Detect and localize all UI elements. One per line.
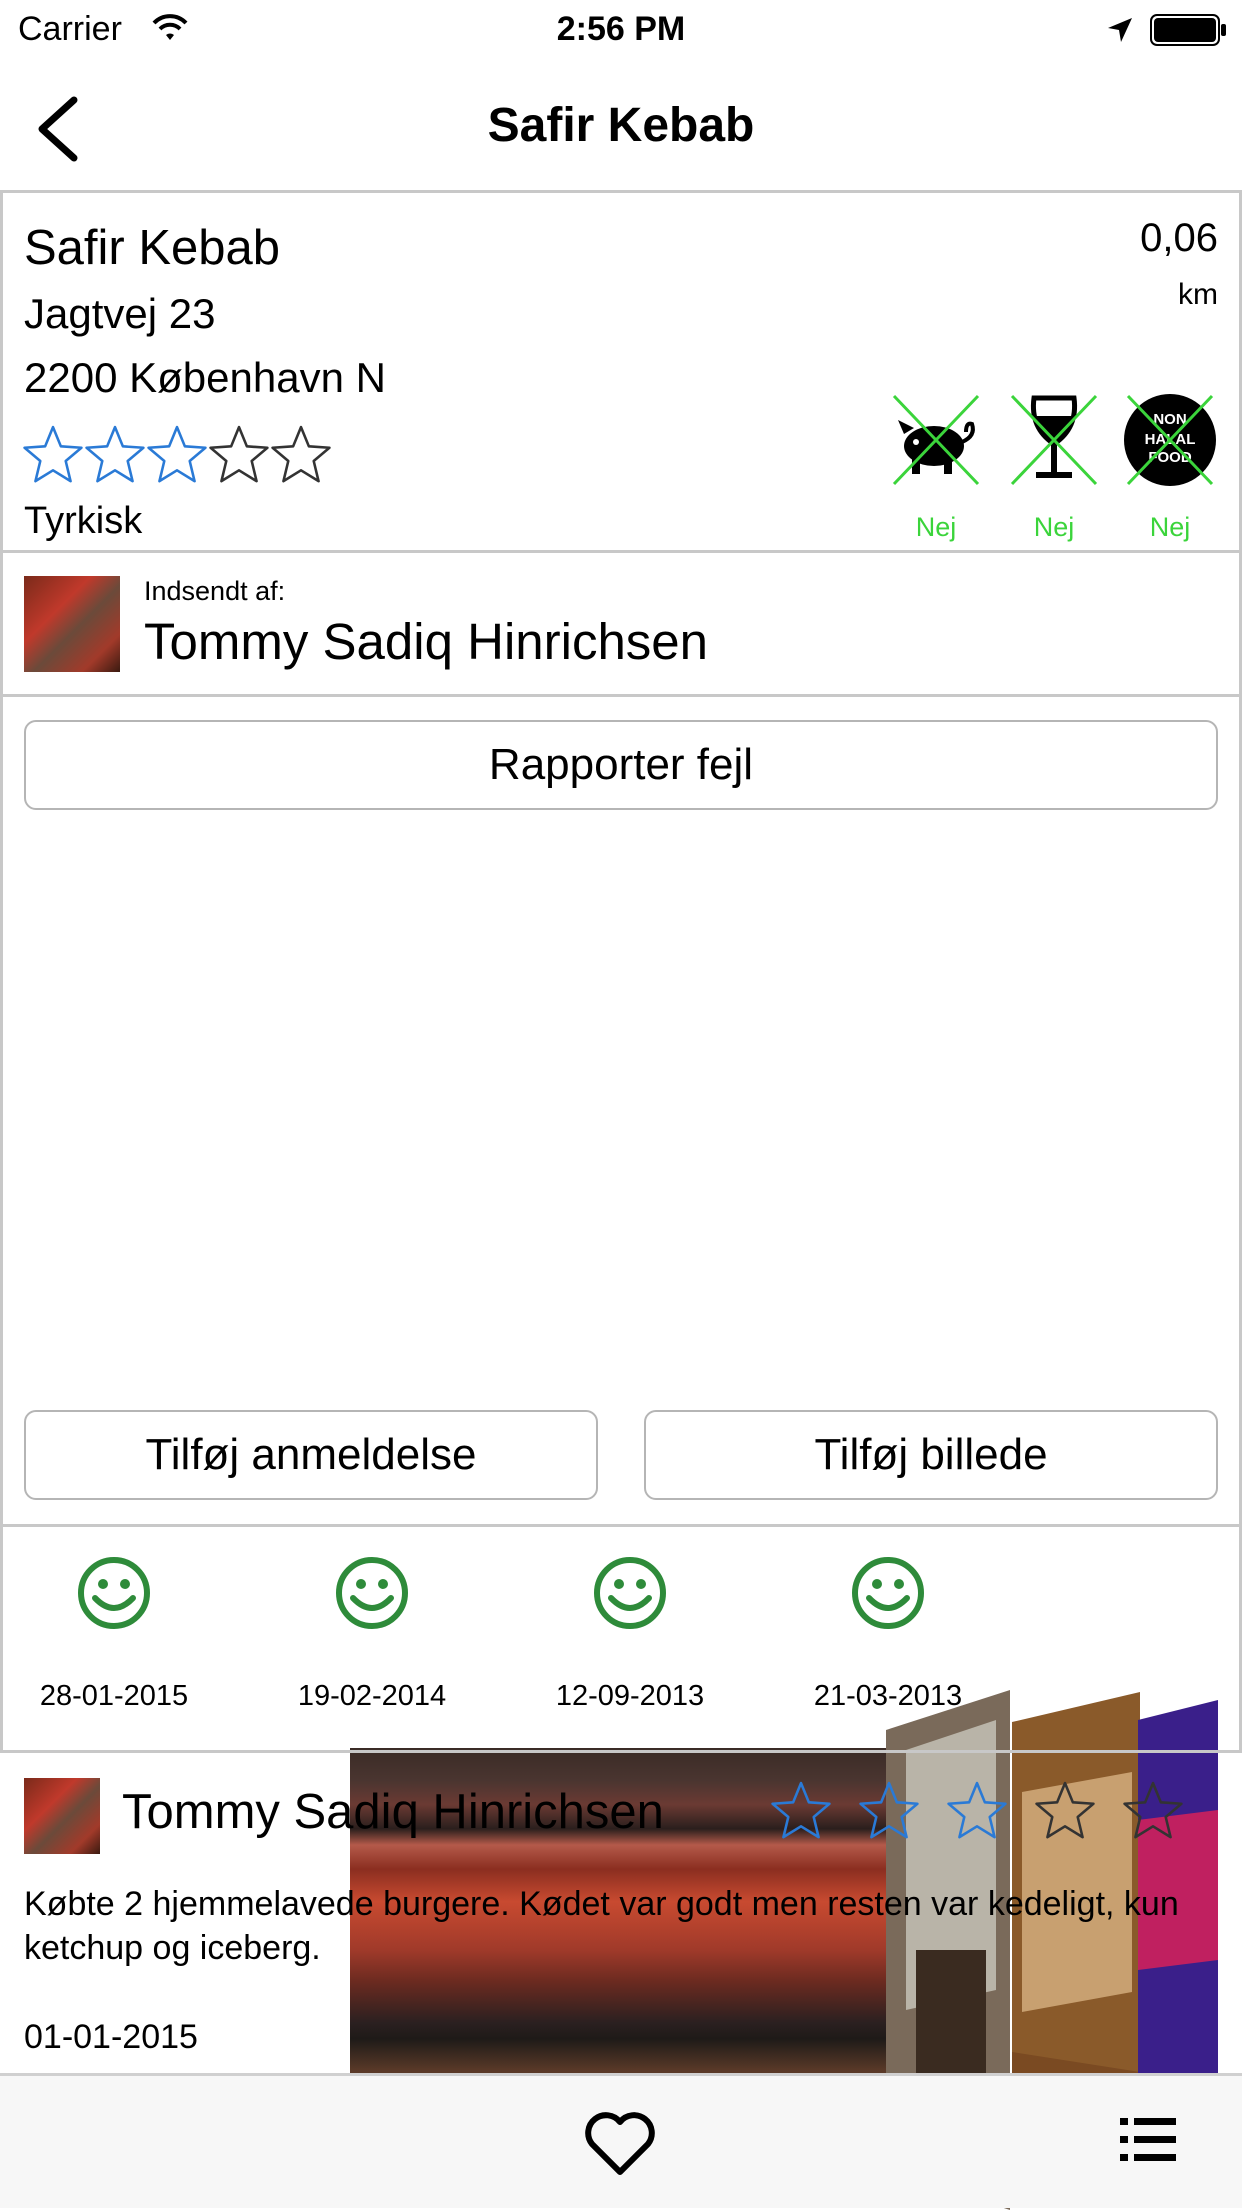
- submitted-by-label: Indsendt af:: [144, 576, 286, 606]
- halal-label: Nej: [1149, 512, 1191, 542]
- status-bar: Carrier 2:56 PM: [0, 0, 1242, 60]
- star-filled-icon: [85, 425, 145, 483]
- report-error-button[interactable]: Rapporter fejl: [24, 720, 1218, 810]
- tab-bar: [0, 2076, 1242, 2208]
- star-filled-icon: [147, 425, 207, 483]
- battery-icon: [1150, 14, 1226, 46]
- star-empty-icon: [1035, 1781, 1095, 1839]
- restaurant-name: Safir Kebab: [24, 221, 281, 275]
- star-filled-icon: [947, 1781, 1007, 1839]
- divider: [0, 550, 1242, 553]
- cuisine-label: Tyrkisk: [24, 500, 143, 542]
- svg-text:NON: NON: [1153, 411, 1186, 428]
- inspection-date: 19-02-2014: [297, 1680, 447, 1712]
- inspection-date: 12-09-2013: [555, 1680, 705, 1712]
- inspection-history: 28-01-2015 19-02-2014 12-09-2013 21-03-2…: [0, 1526, 1242, 1750]
- review-author: Tommy Sadiq Hinrichsen: [122, 1785, 664, 1839]
- restaurant-rating: [22, 424, 332, 486]
- star-filled-icon: [771, 1781, 831, 1839]
- photo-gallery[interactable]: 5 34 34: [0, 840, 1242, 2210]
- submitter-name: Tommy Sadiq Hinrichsen: [144, 613, 709, 670]
- star-empty-icon: [1123, 1781, 1183, 1839]
- inspection-date: 21-03-2013: [813, 1680, 963, 1712]
- avatar: [24, 1778, 100, 1854]
- alcohol-label: Nej: [1033, 512, 1075, 542]
- distance-unit: km: [1178, 278, 1218, 311]
- pig-icon: [892, 394, 980, 486]
- location-arrow-icon: [1108, 18, 1132, 42]
- review-text: Købte 2 hjemmelavede burgere. Kødet var …: [24, 1885, 1179, 1967]
- star-filled-icon: [23, 425, 83, 483]
- star-empty-icon: [271, 425, 331, 483]
- heart-icon[interactable]: [584, 2112, 656, 2176]
- inspection-date: 28-01-2015: [39, 1680, 189, 1712]
- divider: [0, 694, 1242, 697]
- smiley-icon: [336, 1557, 408, 1629]
- review-rating: [770, 1780, 1184, 1842]
- restaurant-street: Jagtvej 23: [24, 290, 216, 337]
- divider: [0, 190, 1242, 193]
- smiley-icon: [78, 1557, 150, 1629]
- status-time: 2:56 PM: [556, 10, 686, 48]
- distance-value: 0,06: [1140, 216, 1218, 260]
- page-title: Safir Kebab: [487, 99, 755, 152]
- wine-glass-icon: [1010, 394, 1098, 486]
- restaurant-city: 2200 København N: [24, 354, 386, 401]
- smiley-icon: [594, 1557, 666, 1629]
- pork-label: Nej: [915, 512, 957, 542]
- non-halal-food-icon: NON HALAL FOOD: [1124, 394, 1216, 486]
- avatar: [24, 576, 120, 672]
- list-icon[interactable]: [1120, 2116, 1176, 2164]
- review-date: 01-01-2015: [24, 2018, 198, 2056]
- add-photo-button[interactable]: Tilføj billede: [644, 1410, 1218, 1500]
- add-review-button[interactable]: Tilføj anmeldelse: [24, 1410, 598, 1500]
- smiley-icon: [852, 1557, 924, 1629]
- star-filled-icon: [859, 1781, 919, 1839]
- star-empty-icon: [209, 425, 269, 483]
